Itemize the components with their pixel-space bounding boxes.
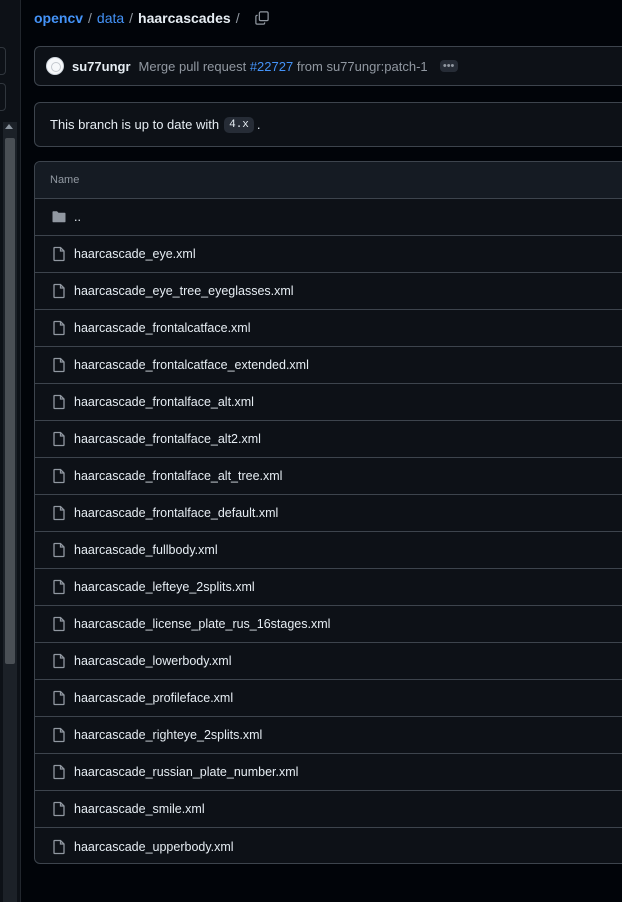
sidebar-toggle-button[interactable] bbox=[0, 47, 6, 75]
commit-pr-link[interactable]: #22727 bbox=[250, 59, 293, 74]
file-name-link[interactable]: haarcascade_license_plate_rus_16stages.x… bbox=[74, 617, 330, 631]
file-name-link[interactable]: haarcascade_eye_tree_eyeglasses.xml bbox=[74, 284, 294, 298]
file-row[interactable]: haarcascade_frontalcatface.xml bbox=[35, 310, 622, 347]
file-name-link[interactable]: haarcascade_lowerbody.xml bbox=[74, 654, 232, 668]
latest-commit-bar: su77ungr Merge pull request #22727 from … bbox=[34, 46, 622, 86]
file-name-link[interactable]: haarcascade_frontalcatface.xml bbox=[74, 321, 250, 335]
table-header-name: Name bbox=[35, 162, 622, 199]
folder-icon bbox=[51, 209, 67, 225]
branch-status-text: This branch is up to date with bbox=[50, 117, 220, 132]
breadcrumb-repo-link[interactable]: opencv bbox=[34, 10, 83, 26]
branch-status-suffix: . bbox=[256, 117, 261, 132]
breadcrumb-separator: / bbox=[129, 10, 134, 26]
file-icon bbox=[51, 579, 67, 595]
file-icon bbox=[51, 394, 67, 410]
github-file-browser: opencv / data / haarcascades / su77ungr … bbox=[0, 0, 622, 902]
file-name-link[interactable]: haarcascade_frontalface_alt_tree.xml bbox=[74, 469, 282, 483]
copy-icon[interactable] bbox=[254, 11, 269, 25]
file-row[interactable]: haarcascade_righteye_2splits.xml bbox=[35, 717, 622, 754]
file-row[interactable]: haarcascade_profileface.xml bbox=[35, 680, 622, 717]
file-row[interactable]: haarcascade_frontalface_default.xml bbox=[35, 495, 622, 532]
file-icon bbox=[51, 616, 67, 632]
file-row[interactable]: haarcascade_russian_plate_number.xml bbox=[35, 754, 622, 791]
file-row[interactable]: haarcascade_eye.xml bbox=[35, 236, 622, 273]
ellipsis-icon: ••• bbox=[442, 60, 455, 72]
left-sidebar-strip bbox=[0, 0, 21, 902]
file-row[interactable]: haarcascade_frontalface_alt2.xml bbox=[35, 421, 622, 458]
file-row[interactable]: haarcascade_fullbody.xml bbox=[35, 532, 622, 569]
file-name-link[interactable]: haarcascade_frontalface_default.xml bbox=[74, 506, 278, 520]
file-name-link[interactable]: haarcascade_frontalface_alt2.xml bbox=[74, 432, 261, 446]
file-name-link[interactable]: haarcascade_russian_plate_number.xml bbox=[74, 765, 298, 779]
file-name-link[interactable]: haarcascade_upperbody.xml bbox=[74, 840, 234, 854]
file-icon bbox=[51, 320, 67, 336]
file-icon bbox=[51, 542, 67, 558]
file-name-link[interactable]: haarcascade_fullbody.xml bbox=[74, 543, 218, 557]
breadcrumb-folder-link[interactable]: data bbox=[97, 10, 124, 26]
file-row[interactable]: haarcascade_upperbody.xml bbox=[35, 828, 622, 863]
file-row[interactable]: haarcascade_frontalface_alt_tree.xml bbox=[35, 458, 622, 495]
file-row[interactable]: haarcascade_eye_tree_eyeglasses.xml bbox=[35, 273, 622, 310]
commit-expand-button[interactable]: ••• bbox=[439, 60, 458, 72]
file-row[interactable]: haarcascade_lowerbody.xml bbox=[35, 643, 622, 680]
file-icon bbox=[51, 690, 67, 706]
file-row[interactable]: haarcascade_license_plate_rus_16stages.x… bbox=[35, 606, 622, 643]
branch-name-badge[interactable]: 4.x bbox=[224, 116, 254, 133]
avatar[interactable] bbox=[46, 57, 64, 75]
file-icon bbox=[51, 727, 67, 743]
file-icon bbox=[51, 468, 67, 484]
file-icon bbox=[51, 839, 67, 855]
file-table: Name .. haarcascade_eye.xml haarcascade_e… bbox=[34, 161, 622, 864]
breadcrumb-current: haarcascades bbox=[138, 10, 231, 26]
file-icon bbox=[51, 431, 67, 447]
scrollbar-thumb[interactable] bbox=[5, 138, 15, 664]
file-row[interactable]: haarcascade_frontalcatface_extended.xml bbox=[35, 347, 622, 384]
file-name-link[interactable]: haarcascade_righteye_2splits.xml bbox=[74, 728, 262, 742]
file-icon bbox=[51, 246, 67, 262]
file-name-link[interactable]: haarcascade_profileface.xml bbox=[74, 691, 233, 705]
parent-directory-row[interactable]: .. bbox=[35, 199, 622, 236]
file-name-link[interactable]: haarcascade_smile.xml bbox=[74, 802, 205, 816]
parent-directory-label[interactable]: .. bbox=[74, 210, 81, 224]
file-icon bbox=[51, 653, 67, 669]
breadcrumb: opencv / data / haarcascades / bbox=[34, 8, 269, 28]
sidebar-search-button[interactable] bbox=[0, 83, 6, 111]
file-name-link[interactable]: haarcascade_lefteye_2splits.xml bbox=[74, 580, 255, 594]
file-icon bbox=[51, 357, 67, 373]
file-icon bbox=[51, 505, 67, 521]
file-name-link[interactable]: haarcascade_frontalcatface_extended.xml bbox=[74, 358, 309, 372]
breadcrumb-separator: / bbox=[88, 10, 92, 26]
file-name-link[interactable]: haarcascade_eye.xml bbox=[74, 247, 196, 261]
commit-message-prefix[interactable]: Merge pull request bbox=[139, 59, 247, 74]
file-icon bbox=[51, 283, 67, 299]
breadcrumb-separator: / bbox=[235, 10, 240, 26]
file-row[interactable]: haarcascade_frontalface_alt.xml bbox=[35, 384, 622, 421]
branch-status-bar: This branch is up to date with 4.x . bbox=[34, 102, 622, 147]
file-icon bbox=[51, 764, 67, 780]
file-name-link[interactable]: haarcascade_frontalface_alt.xml bbox=[74, 395, 254, 409]
file-icon bbox=[51, 801, 67, 817]
file-row[interactable]: haarcascade_lefteye_2splits.xml bbox=[35, 569, 622, 606]
commit-message-suffix[interactable]: from su77ungr:patch-1 bbox=[297, 59, 428, 74]
file-row[interactable]: haarcascade_smile.xml bbox=[35, 791, 622, 828]
scroll-up-arrow-icon[interactable] bbox=[5, 124, 13, 129]
commit-author-link[interactable]: su77ungr bbox=[72, 59, 131, 74]
